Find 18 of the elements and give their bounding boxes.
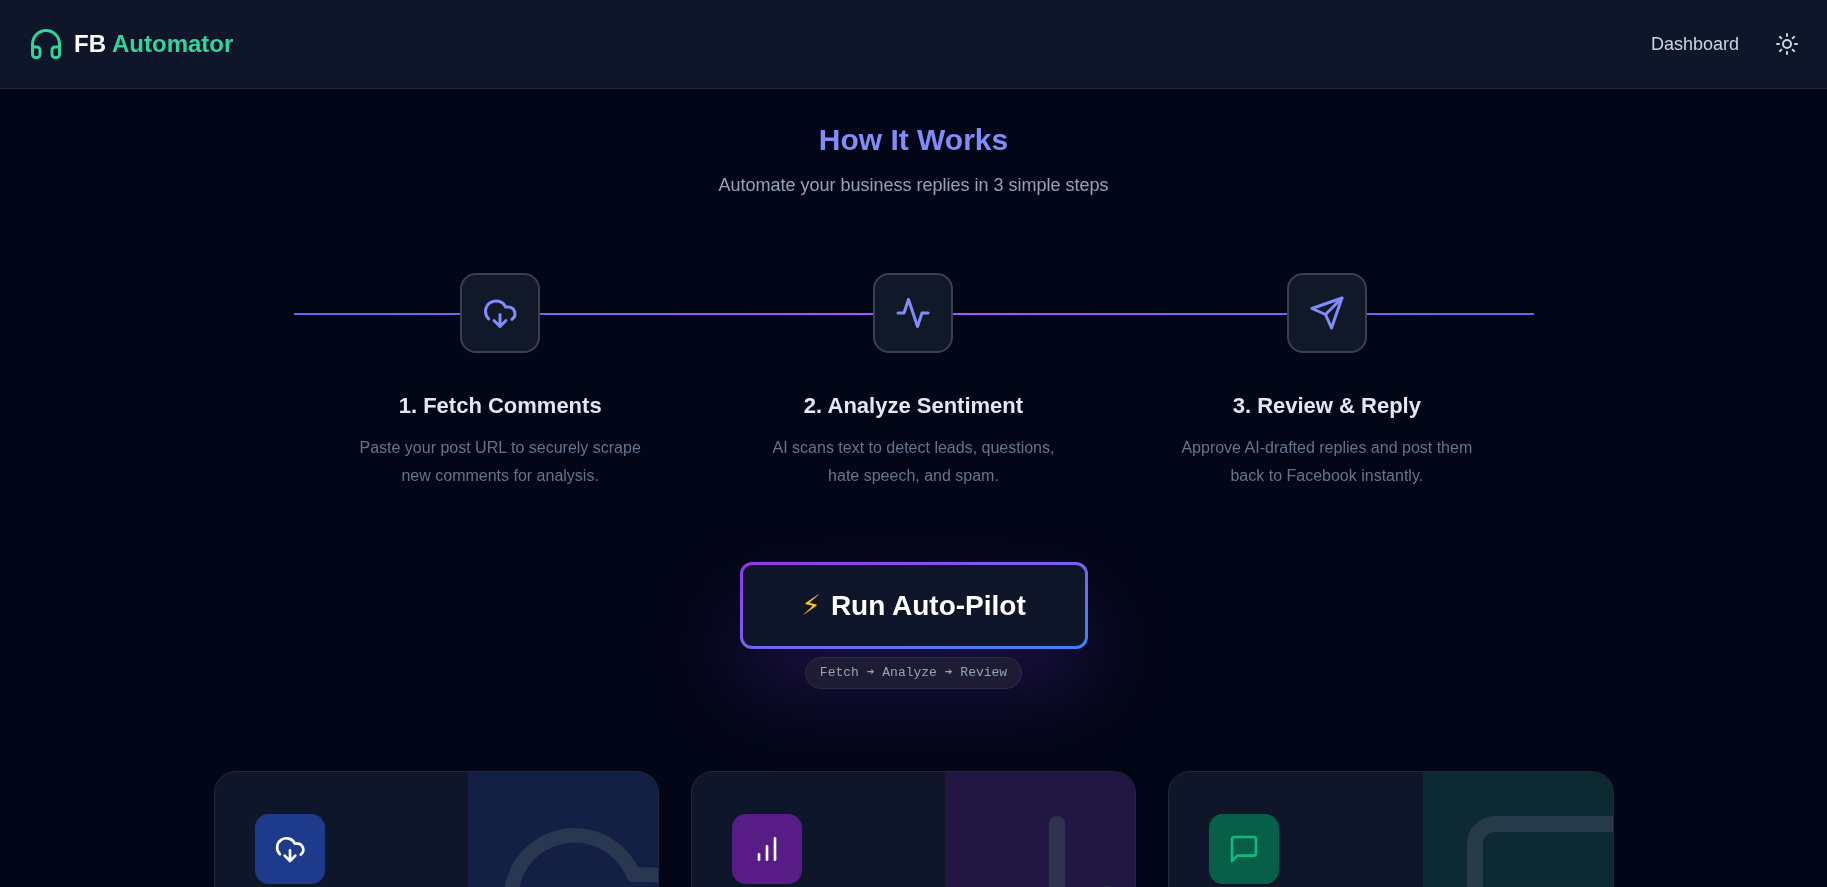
step-description: AI scans text to detect leads, questions, hate speech, and spam. <box>771 438 1056 486</box>
step-description: Approve AI-drafted replies and post them back to Facebook instantly. <box>1180 438 1474 486</box>
step-title: 2. Analyze Sentiment <box>803 392 1024 420</box>
run-auto-pilot-button[interactable]: ⚡ Run Auto-Pilot <box>739 562 1088 649</box>
lightning-icon: ⚡ <box>801 584 821 627</box>
sun-icon[interactable] <box>1775 32 1799 56</box>
step-title: 1. Fetch Comments <box>398 392 602 420</box>
step-description: Paste your post URL to securely scrape new comments for analysis. <box>358 438 642 486</box>
brand-name-accent: Automator <box>112 29 234 59</box>
brand-name: FB <box>74 29 106 59</box>
nav-link[interactable]: Dashboard <box>1650 30 1739 58</box>
section-title: How It Works <box>818 122 1009 158</box>
section-subtitle: Automate your business replies in 3 simple steps <box>718 174 1109 197</box>
headset-icon <box>28 26 64 62</box>
step-title: 3. Review & Reply <box>1232 392 1421 420</box>
pulse-icon <box>895 295 932 331</box>
send-icon <box>1308 295 1345 331</box>
flow-pill: Fetch ➔ Analyze ➔ Review <box>804 657 1023 689</box>
